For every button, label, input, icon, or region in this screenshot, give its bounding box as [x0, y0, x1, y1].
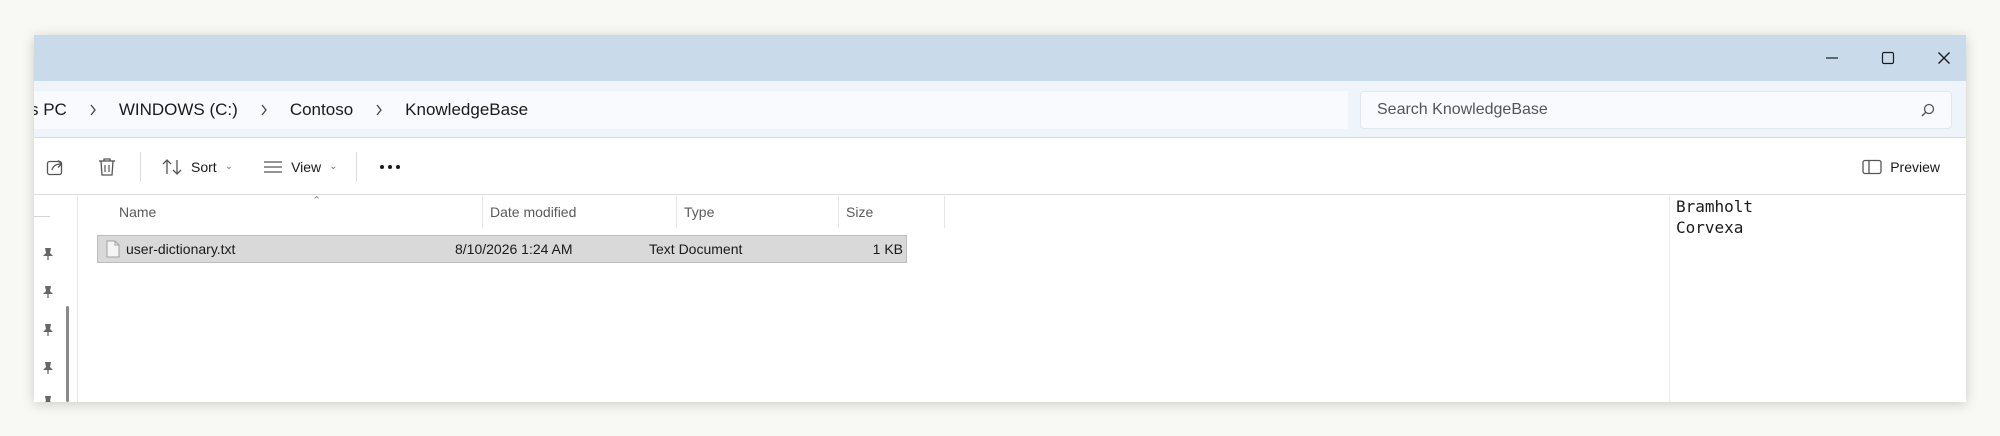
pin-icon[interactable] [40, 360, 56, 376]
chevron-right-icon[interactable] [73, 104, 113, 116]
minimize-button[interactable] [1804, 35, 1860, 81]
chevron-right-icon[interactable] [359, 104, 399, 116]
file-list[interactable]: ⌃ Name Date modified Type Size user-dict… [79, 195, 1669, 402]
delete-icon [99, 157, 115, 176]
preview-pane-icon [1862, 159, 1882, 174]
navigation-pane[interactable] [34, 196, 78, 402]
chevron-down-icon: ⌄ [329, 161, 338, 172]
view-label: View [291, 158, 322, 175]
column-header-date-modified[interactable]: Date modified [490, 196, 676, 228]
column-separator[interactable] [838, 196, 839, 228]
file-name: user-dictionary.txt [126, 241, 236, 257]
minimize-icon [1826, 57, 1838, 59]
delete-button[interactable] [88, 147, 126, 187]
toolbar-divider [140, 151, 141, 182]
more-icon [379, 164, 400, 169]
file-explorer-window: s PC WINDOWS (C:) Contoso KnowledgeBase [34, 35, 1966, 402]
pin-icon[interactable] [40, 322, 56, 338]
column-separator[interactable] [676, 196, 677, 228]
search-icon[interactable] [1921, 103, 1935, 117]
nav-scrollbar[interactable] [66, 306, 69, 402]
address-row: s PC WINDOWS (C:) Contoso KnowledgeBase [34, 81, 1966, 138]
file-date-modified: 8/10/2026 1:24 AM [455, 241, 573, 257]
column-header-type[interactable]: Type [684, 196, 840, 228]
title-bar[interactable] [34, 35, 1966, 81]
file-type: Text Document [649, 241, 743, 257]
view-button[interactable]: View ⌄ [253, 147, 347, 187]
preview-content: Bramholt Corvexa [1676, 197, 1754, 237]
column-separator[interactable] [482, 196, 483, 228]
share-icon [46, 159, 63, 175]
chevron-down-icon: ⌄ [224, 161, 234, 172]
breadcrumb-item-drive[interactable]: WINDOWS (C:) [113, 100, 244, 120]
preview-pane: Bramholt Corvexa [1669, 196, 1966, 402]
pin-icon[interactable] [40, 284, 56, 300]
command-bar: Sort ⌄ View ⌄ Preview [34, 139, 1966, 195]
search-input[interactable] [1377, 101, 1921, 119]
close-icon [1938, 52, 1950, 64]
preview-label: Preview [1890, 158, 1940, 175]
pin-icon[interactable] [40, 394, 56, 402]
text-file-icon [106, 236, 120, 262]
more-options-button[interactable] [369, 147, 411, 187]
search-box[interactable] [1360, 91, 1952, 129]
pin-icon[interactable] [40, 246, 56, 262]
breadcrumb-item-this-pc[interactable]: s PC [34, 100, 73, 120]
column-header-name[interactable]: Name [119, 196, 405, 228]
maximize-icon [1881, 51, 1895, 65]
sort-icon [162, 158, 182, 175]
file-row-selected[interactable]: user-dictionary.txt 8/10/2026 1:24 AM Te… [97, 235, 907, 263]
chevron-right-icon[interactable] [244, 104, 284, 116]
maximize-button[interactable] [1860, 35, 1916, 81]
breadcrumb-item-contoso[interactable]: Contoso [284, 100, 359, 120]
breadcrumb[interactable]: s PC WINDOWS (C:) Contoso KnowledgeBase [34, 91, 1348, 129]
column-separator[interactable] [944, 196, 945, 228]
sort-label: Sort [191, 158, 217, 175]
view-icon [264, 160, 283, 173]
sort-button[interactable]: Sort ⌄ [151, 147, 243, 187]
column-header-size[interactable]: Size [846, 196, 926, 228]
breadcrumb-item-knowledgebase[interactable]: KnowledgeBase [399, 100, 534, 120]
nav-divider [34, 216, 50, 217]
file-size: 1 KB [872, 241, 903, 257]
preview-pane-button[interactable]: Preview [1852, 147, 1950, 187]
close-button[interactable] [1916, 35, 1966, 81]
share-button[interactable] [36, 147, 76, 187]
toolbar-divider [355, 151, 357, 182]
